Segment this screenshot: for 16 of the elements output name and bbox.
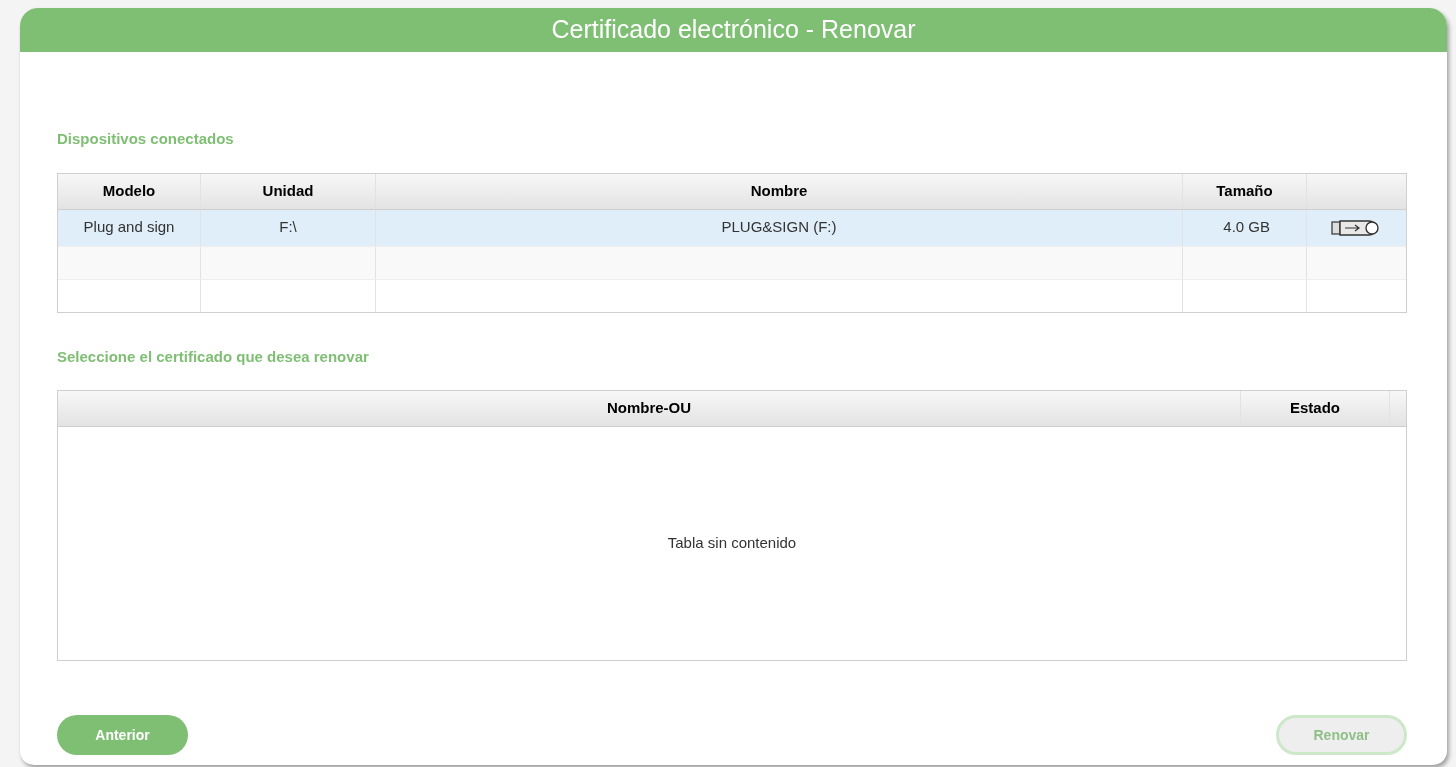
column-header: Nombre	[376, 173, 1183, 209]
window-title: Certificado electrónico - Renovar	[551, 14, 916, 46]
table-cell: Plug and sign	[58, 209, 201, 246]
table-cell: 4.0 GB	[1183, 209, 1307, 246]
column-header: Unidad	[201, 173, 376, 209]
table-cell: F:\	[201, 209, 376, 246]
column-header: Nombre-OU	[58, 391, 1241, 426]
section-heading: Seleccione el certificado que desea renovar	[57, 346, 370, 367]
empty-table-message: Tabla sin contenido	[667, 533, 797, 554]
column-header: Modelo	[58, 173, 201, 209]
section-heading: Dispositivos conectados	[57, 129, 235, 149]
table-cell: PLUG&SIGN (F:)	[376, 209, 1183, 246]
table-row[interactable]: Plug and sign F:\ PLUG&SIGN (F:) 4.0 GB	[58, 209, 1406, 246]
nav-button[interactable]: Anterior	[57, 715, 188, 755]
column-header: Tamaño	[1183, 173, 1307, 209]
column-header: Estado	[1241, 391, 1390, 426]
